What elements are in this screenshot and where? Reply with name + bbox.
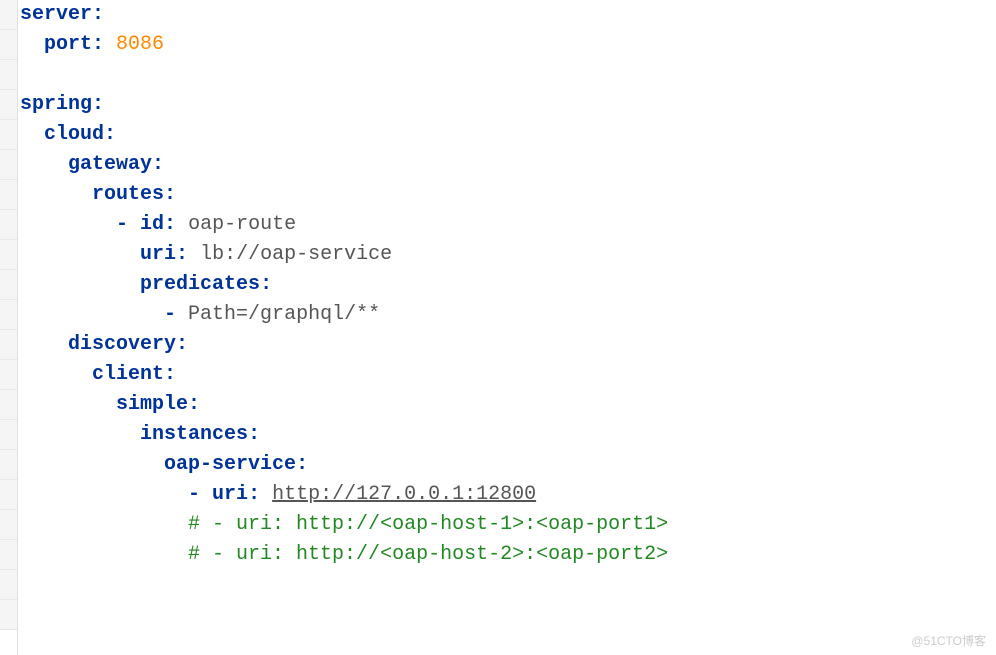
gutter-line	[0, 300, 17, 330]
code-line: # - uri: http://<oap-host-1>:<oap-port1>	[20, 510, 996, 540]
code-token: client	[92, 363, 164, 386]
code-token: gateway	[68, 153, 152, 176]
gutter-line	[0, 570, 17, 600]
code-token: :	[92, 33, 116, 56]
code-token: -	[164, 303, 188, 326]
code-token: :	[164, 183, 176, 206]
code-token: uri	[140, 243, 176, 266]
code-line: # - uri: http://<oap-host-2>:<oap-port2>	[20, 540, 996, 570]
code-line: predicates:	[20, 270, 996, 300]
code-token: port	[44, 33, 92, 56]
code-token: uri	[212, 483, 248, 506]
gutter-line	[0, 180, 17, 210]
code-token: oap-service	[164, 453, 296, 476]
gutter-line	[0, 390, 17, 420]
code-token: cloud	[44, 123, 104, 146]
code-line: oap-service:	[20, 450, 996, 480]
gutter-line	[0, 0, 17, 30]
code-token: :	[152, 153, 164, 176]
code-token: discovery	[68, 333, 176, 356]
gutter-line	[0, 420, 17, 450]
gutter-line	[0, 600, 17, 630]
code-token: # - uri: http://<oap-host-2>:<oap-port2>	[188, 543, 668, 566]
gutter-line	[0, 360, 17, 390]
code-token: -	[188, 483, 212, 506]
code-token: :	[92, 3, 104, 26]
code-line: simple:	[20, 390, 996, 420]
code-line: port: 8086	[20, 30, 996, 60]
code-token: # - uri: http://<oap-host-1>:<oap-port1>	[188, 513, 668, 536]
code-token: id	[140, 213, 164, 236]
code-token: http://127.0.0.1:12800	[272, 483, 536, 506]
code-token: -	[116, 213, 140, 236]
code-editor: server: port: 8086 spring: cloud: gateway…	[0, 0, 996, 655]
gutter-line	[0, 540, 17, 570]
code-line: instances:	[20, 420, 996, 450]
code-line: - uri: http://127.0.0.1:12800	[20, 480, 996, 510]
code-content: server: port: 8086 spring: cloud: gateway…	[18, 0, 996, 655]
code-token: server	[20, 3, 92, 26]
code-token: simple	[116, 393, 188, 416]
gutter-line	[0, 240, 17, 270]
gutter-line	[0, 480, 17, 510]
code-token: :	[164, 213, 188, 236]
gutter-line	[0, 330, 17, 360]
code-token: :	[296, 453, 308, 476]
code-line: - Path=/graphql/**	[20, 300, 996, 330]
code-token: :	[260, 273, 272, 296]
code-token: :	[176, 243, 200, 266]
code-line: discovery:	[20, 330, 996, 360]
code-token: :	[248, 423, 260, 446]
gutter-line	[0, 510, 17, 540]
code-token: :	[248, 483, 272, 506]
code-line	[20, 60, 996, 90]
code-line: routes:	[20, 180, 996, 210]
editor-gutter	[0, 0, 18, 655]
code-line: gateway:	[20, 150, 996, 180]
code-token: :	[104, 123, 116, 146]
code-token: lb://oap-service	[200, 243, 392, 266]
watermark: @51CTO博客	[911, 632, 986, 649]
code-line: - id: oap-route	[20, 210, 996, 240]
code-token: spring	[20, 93, 92, 116]
code-token: instances	[140, 423, 248, 446]
gutter-line	[0, 450, 17, 480]
code-line: client:	[20, 360, 996, 390]
code-line: spring:	[20, 90, 996, 120]
code-line: server:	[20, 0, 996, 30]
code-token: :	[188, 393, 200, 416]
gutter-line	[0, 90, 17, 120]
gutter-line	[0, 150, 17, 180]
gutter-line	[0, 60, 17, 90]
code-token: :	[92, 93, 104, 116]
code-line: cloud:	[20, 120, 996, 150]
code-token: Path=/graphql/**	[188, 303, 380, 326]
gutter-line	[0, 270, 17, 300]
code-token: predicates	[140, 273, 260, 296]
code-token: :	[164, 363, 176, 386]
gutter-line	[0, 210, 17, 240]
code-token: :	[176, 333, 188, 356]
code-line: uri: lb://oap-service	[20, 240, 996, 270]
code-token: 8086	[116, 33, 164, 56]
gutter-line	[0, 120, 17, 150]
code-token: routes	[92, 183, 164, 206]
code-token: oap-route	[188, 213, 296, 236]
gutter-line	[0, 30, 17, 60]
